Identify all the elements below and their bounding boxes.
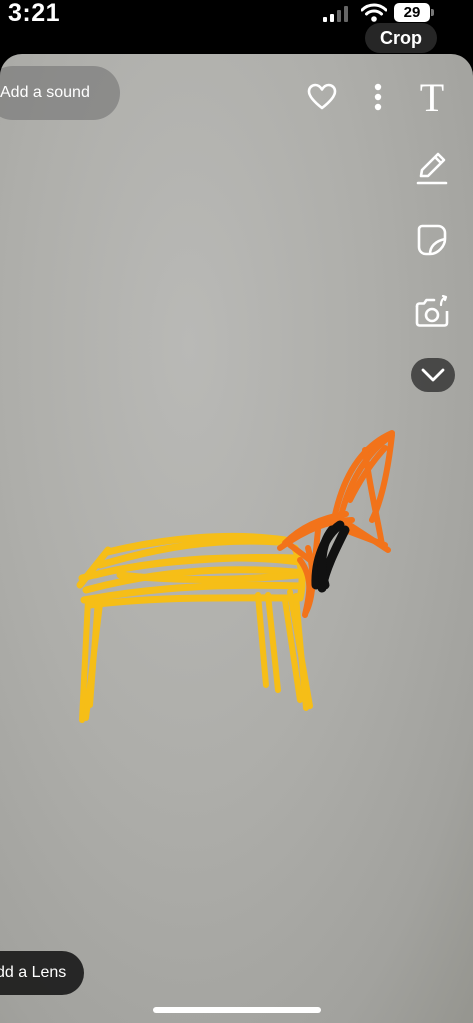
more-vertical-icon[interactable] <box>368 82 388 112</box>
add-lens-button[interactable]: dd a Lens <box>0 951 84 995</box>
add-sound-button[interactable]: Add a sound <box>0 66 120 120</box>
chevron-down-icon[interactable] <box>411 358 455 392</box>
doodle-drawing <box>76 430 395 723</box>
status-time: 3:21 <box>8 0 61 27</box>
crop-button[interactable]: Crop <box>365 23 437 53</box>
heart-icon[interactable] <box>306 82 338 112</box>
camera-rotate-icon[interactable] <box>413 292 451 332</box>
yellow-body-strokes <box>76 532 309 609</box>
yellow-leg-strokes <box>79 589 313 723</box>
sticker-icon[interactable] <box>414 220 450 260</box>
wifi-icon <box>361 3 387 22</box>
text-tool-icon[interactable]: T <box>414 78 450 118</box>
battery-nub <box>431 9 434 16</box>
pen-icon[interactable] <box>414 148 450 188</box>
cellular-signal-icon <box>323 6 348 22</box>
battery-level: 29 <box>394 3 430 22</box>
text-tool-glyph: T <box>419 75 445 120</box>
home-indicator[interactable] <box>153 1007 321 1013</box>
snap-canvas[interactable]: Add a sound T dd a Lens <box>0 54 473 1023</box>
status-bar: 3:21 29 Crop <box>0 0 473 54</box>
